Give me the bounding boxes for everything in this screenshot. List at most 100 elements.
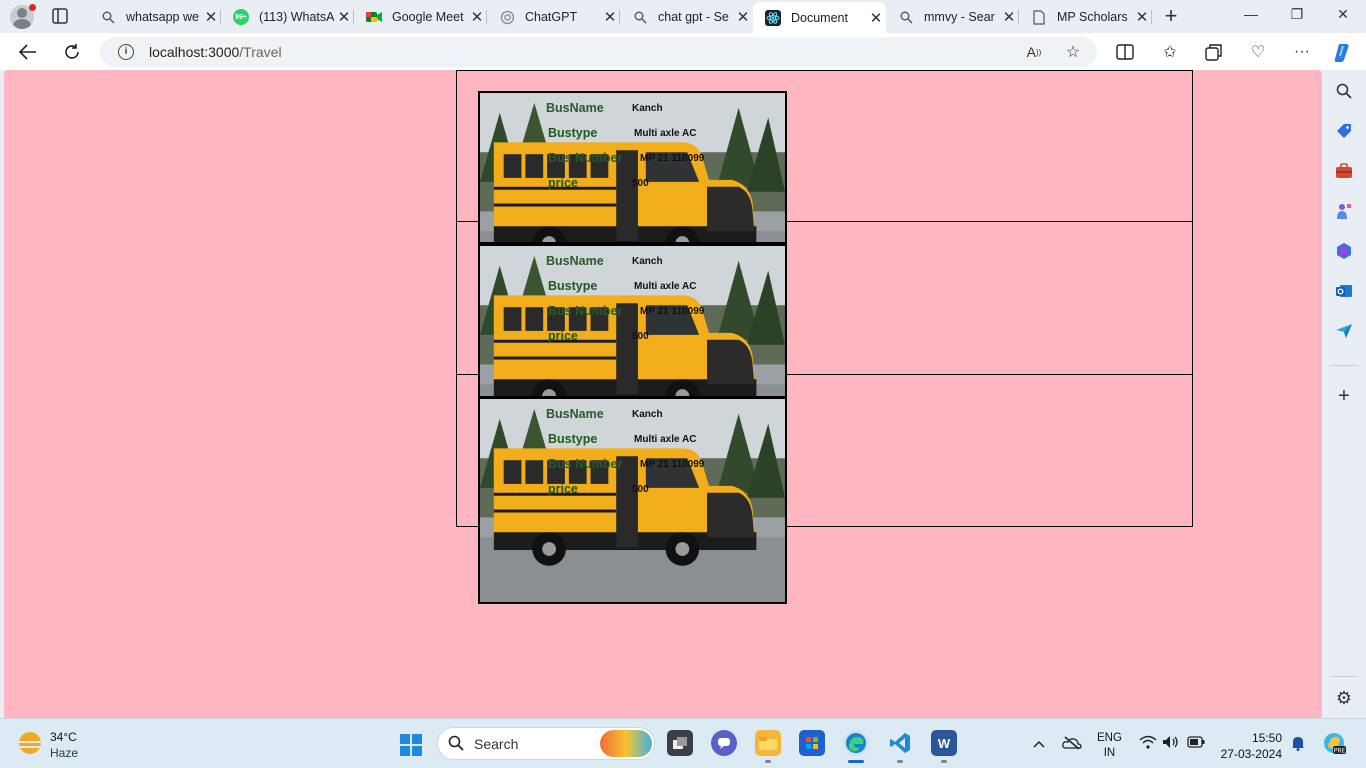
react-icon — [765, 9, 781, 26]
onedrive-offline-icon[interactable] — [1062, 736, 1082, 753]
windows-start-icon[interactable] — [400, 734, 422, 756]
running-indicator — [941, 760, 947, 763]
outlook-icon[interactable] — [1334, 281, 1354, 301]
copilot-icon[interactable] — [1332, 40, 1356, 64]
site-info-icon[interactable]: i — [118, 44, 134, 60]
bus-number-label: Bus Number — [548, 304, 623, 318]
tab-actions-icon[interactable] — [50, 6, 70, 26]
word-icon[interactable]: W — [931, 730, 957, 756]
collections-icon[interactable] — [1202, 40, 1226, 64]
close-tab-icon[interactable]: ✕ — [1132, 8, 1152, 26]
svg-text:PRE: PRE — [1334, 748, 1346, 755]
bus-type-label: Bustype — [548, 432, 598, 446]
windows-taskbar: 34°C Haze Search W ENG IN 15:50 27-03-20… — [0, 718, 1366, 768]
bus-card: BusName Kanch Bustype Multi axle AC Bus … — [478, 244, 787, 398]
bus-type-value: Multi axle AC — [634, 281, 697, 292]
favorites-icon[interactable]: ✩ — [1158, 40, 1182, 64]
language-indicator[interactable]: ENG IN — [1097, 731, 1122, 761]
search-icon — [632, 9, 648, 25]
split-screen-icon[interactable] — [1113, 40, 1137, 64]
bus-name-label: BusName — [546, 407, 604, 421]
microsoft-365-icon[interactable] — [1334, 241, 1354, 261]
notification-bell-icon[interactable] — [1291, 735, 1305, 754]
read-aloud-icon[interactable]: A)) — [1022, 40, 1046, 64]
battery-icon[interactable] — [1187, 735, 1205, 751]
sidebar-divider — [1330, 676, 1358, 677]
taskbar-search-box[interactable]: Search — [437, 727, 655, 760]
tab-chatgpt[interactable]: ChatGPT ✕ — [487, 4, 620, 30]
language-code: ENG — [1097, 732, 1122, 744]
favorite-star-icon[interactable]: ☆ — [1061, 40, 1085, 64]
address-bar[interactable]: i localhost:3000/Travel A)) ☆ — [100, 37, 1097, 67]
add-icon[interactable]: + — [1334, 385, 1354, 407]
google-meet-icon — [366, 9, 382, 25]
microsoft-store-icon[interactable] — [799, 730, 825, 756]
copilot-preview-icon[interactable]: PRE — [1322, 731, 1346, 758]
bus-name-label: BusName — [546, 101, 604, 115]
tab-title: whatsapp we — [126, 10, 199, 24]
bus-number-value: MP 21 110099 — [640, 306, 705, 317]
close-tab-icon[interactable]: ✕ — [201, 8, 221, 26]
close-window-icon[interactable]: ✕ — [1320, 6, 1366, 26]
search-placeholder: Search — [474, 736, 519, 752]
system-clock[interactable]: 15:50 27-03-2024 — [1220, 730, 1282, 762]
price-value: 500 — [632, 178, 649, 189]
browser-essentials-icon[interactable]: ♡ — [1246, 40, 1270, 64]
tab-title: MP Scholars — [1057, 10, 1128, 24]
whatsapp-icon: 99+ — [233, 9, 249, 25]
tab-mp-scholarship[interactable]: MP Scholars ✕ — [1019, 4, 1152, 30]
active-app-indicator — [848, 760, 864, 763]
vscode-icon[interactable] — [887, 730, 913, 756]
tab-google-meet[interactable]: Google Meet ✕ — [354, 4, 487, 30]
bus-details: BusName Kanch Bustype Multi axle AC Bus … — [480, 93, 785, 242]
new-tab-icon[interactable]: + — [1160, 5, 1182, 28]
bus-type-value: Multi axle AC — [634, 128, 697, 139]
weather-temperature[interactable]: 34°C — [50, 730, 77, 744]
close-tab-icon[interactable]: ✕ — [999, 8, 1019, 26]
task-view-icon[interactable] — [667, 730, 693, 756]
close-tab-icon[interactable]: ✕ — [334, 8, 354, 26]
tab-whatsapp-web-search[interactable]: whatsapp we ✕ — [88, 4, 221, 30]
volume-icon[interactable] — [1162, 735, 1180, 752]
weather-haze-icon[interactable] — [17, 732, 43, 754]
weather-description[interactable]: Haze — [50, 746, 78, 760]
close-tab-icon[interactable]: ✕ — [733, 8, 753, 26]
clock-time: 15:50 — [1251, 731, 1282, 745]
close-tab-icon[interactable]: ✕ — [866, 9, 886, 27]
edge-sidebar: + ⚙ — [1322, 70, 1366, 718]
tools-icon[interactable] — [1334, 161, 1354, 181]
games-icon[interactable] — [1334, 201, 1354, 221]
tab-whatsapp[interactable]: 99+ (113) WhatsA ✕ — [221, 4, 354, 30]
refresh-icon[interactable] — [60, 40, 84, 64]
bus-details: BusName Kanch Bustype Multi axle AC Bus … — [480, 399, 785, 602]
more-options-icon[interactable]: ··· — [1290, 40, 1314, 64]
bus-name-label: BusName — [546, 254, 604, 268]
close-tab-icon[interactable]: ✕ — [467, 8, 487, 26]
chevron-up-icon[interactable] — [1033, 735, 1045, 751]
tab-document[interactable]: Document ✕ — [753, 2, 886, 33]
bus-type-label: Bustype — [548, 279, 598, 293]
tab-mmvy-search[interactable]: mmvy - Sear ✕ — [886, 4, 1019, 30]
bus-name-value: Kanch — [632, 256, 663, 267]
wifi-icon[interactable] — [1139, 735, 1157, 752]
edge-browser-icon[interactable] — [843, 730, 869, 756]
back-arrow-icon[interactable] — [16, 40, 40, 64]
price-label: price — [548, 329, 578, 343]
bus-details: BusName Kanch Bustype Multi axle AC Bus … — [480, 246, 785, 396]
document-icon — [1031, 9, 1047, 25]
search-icon[interactable] — [1334, 81, 1354, 101]
page-content: BusName Kanch Bustype Multi axle AC Bus … — [4, 70, 1322, 718]
search-icon — [448, 735, 464, 755]
teams-chat-icon[interactable] — [711, 730, 737, 756]
bus-number-label: Bus Number — [548, 151, 623, 165]
bus-name-value: Kanch — [632, 409, 663, 420]
send-icon[interactable] — [1334, 321, 1354, 341]
file-explorer-icon[interactable] — [755, 730, 781, 756]
settings-gear-icon[interactable]: ⚙ — [1334, 688, 1354, 708]
tab-chat-gpt-search[interactable]: chat gpt - Se ✕ — [620, 4, 753, 30]
shopping-tag-icon[interactable] — [1334, 121, 1354, 141]
search-icon — [100, 9, 116, 25]
restore-icon[interactable]: ❐ — [1274, 6, 1320, 26]
close-tab-icon[interactable]: ✕ — [600, 8, 620, 26]
minimize-icon[interactable]: — — [1228, 6, 1274, 26]
